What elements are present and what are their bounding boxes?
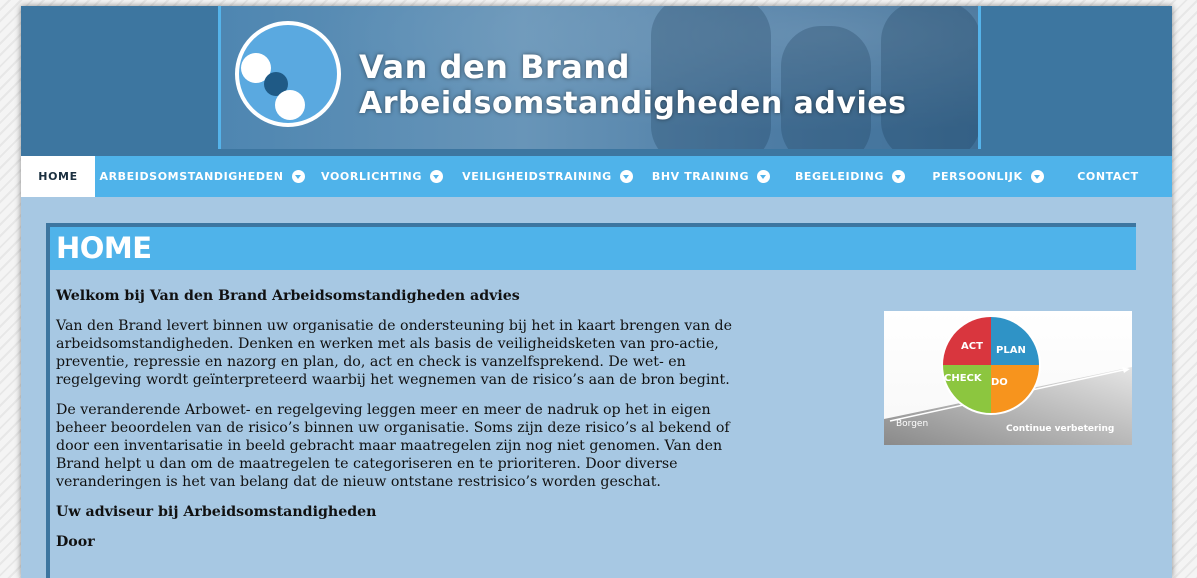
nav-label: BHV TRAINING — [651, 170, 750, 183]
pdca-plan-slice — [991, 317, 1039, 365]
chevron-down-icon[interactable] — [892, 170, 906, 183]
logo-icon[interactable] — [235, 21, 341, 127]
intro-paragraph: Van den Brand levert binnen uw organisat… — [56, 318, 732, 388]
nav-label: CONTACT — [1077, 170, 1139, 183]
pdca-act-label: ACT — [961, 341, 983, 352]
arbowet-paragraph: De veranderende Arbowet- en regelgeving … — [56, 402, 730, 490]
page-header: HOME — [50, 227, 1136, 270]
door-heading: Door — [56, 534, 95, 550]
nav-item-contact[interactable]: CONTACT — [1058, 156, 1158, 197]
pdca-check-label: CHECK — [944, 373, 983, 384]
nav-label: VEILIGHEIDSTRAINING — [462, 170, 612, 183]
pdca-image: ACT PLAN CHECK DO Borgen Continue verbet… — [884, 311, 1132, 445]
nav-label: BEGELEIDING — [794, 170, 885, 183]
banner-photo-figure — [881, 6, 978, 149]
page-title: HOME — [56, 231, 152, 265]
nav-item-arbeidsomstandigheden[interactable]: ARBEIDSOMSTANDIGHEDEN — [95, 156, 309, 197]
nav-label: ARBEIDSOMSTANDIGHEDEN — [99, 170, 284, 183]
brand-tagline: Arbeidsomstandigheden advies — [359, 86, 907, 121]
site-header: Van den Brand Arbeidsomstandigheden advi… — [21, 6, 1172, 156]
nav-item-bhv-training[interactable]: BHV TRAINING — [640, 156, 782, 197]
nav-item-home[interactable]: HOME — [21, 156, 95, 197]
chevron-down-icon[interactable] — [1030, 170, 1044, 183]
brand-name: Van den Brand — [359, 48, 631, 86]
pdca-plan-label: PLAN — [996, 345, 1026, 356]
pdca-cycle-icon: ACT PLAN CHECK DO Borgen Continue verbet… — [884, 315, 1132, 445]
article-body: Welkom bij Van den Brand Arbeidsomstandi… — [56, 287, 756, 563]
pdca-continue-label: Continue verbetering — [1006, 424, 1114, 434]
nav-item-begeleiding[interactable]: BEGELEIDING — [782, 156, 918, 197]
chevron-down-icon[interactable] — [429, 170, 443, 183]
banner-photo-figure — [651, 6, 771, 149]
nav-label: VOORLICHTING — [321, 170, 422, 183]
chevron-down-icon[interactable] — [757, 170, 771, 183]
pdca-borgen-label: Borgen — [896, 419, 928, 429]
nav-label: PERSOONLIJK — [932, 170, 1023, 183]
chevron-down-icon[interactable] — [291, 170, 305, 183]
adviseur-heading: Uw adviseur bij Arbeidsomstandigheden — [56, 504, 377, 520]
page-wrapper: Van den Brand Arbeidsomstandigheden advi… — [21, 6, 1172, 578]
header-banner[interactable]: Van den Brand Arbeidsomstandigheden advi… — [218, 6, 981, 149]
nav-item-persoonlijk[interactable]: PERSOONLIJK — [918, 156, 1058, 197]
nav-item-veiligheidstraining[interactable]: VEILIGHEIDSTRAINING — [455, 156, 640, 197]
chevron-down-icon[interactable] — [619, 170, 633, 183]
main-content: HOME Welkom bij Van den Brand Arbeidsoms… — [46, 223, 1136, 578]
main-nav: HOME ARBEIDSOMSTANDIGHEDEN VOORLICHTING … — [21, 156, 1172, 197]
nav-label: HOME — [38, 170, 78, 183]
welcome-heading: Welkom bij Van den Brand Arbeidsomstandi… — [56, 288, 520, 304]
logo-dot-white-2 — [275, 90, 305, 120]
nav-item-voorlichting[interactable]: VOORLICHTING — [309, 156, 455, 197]
pdca-do-label: DO — [991, 377, 1008, 388]
